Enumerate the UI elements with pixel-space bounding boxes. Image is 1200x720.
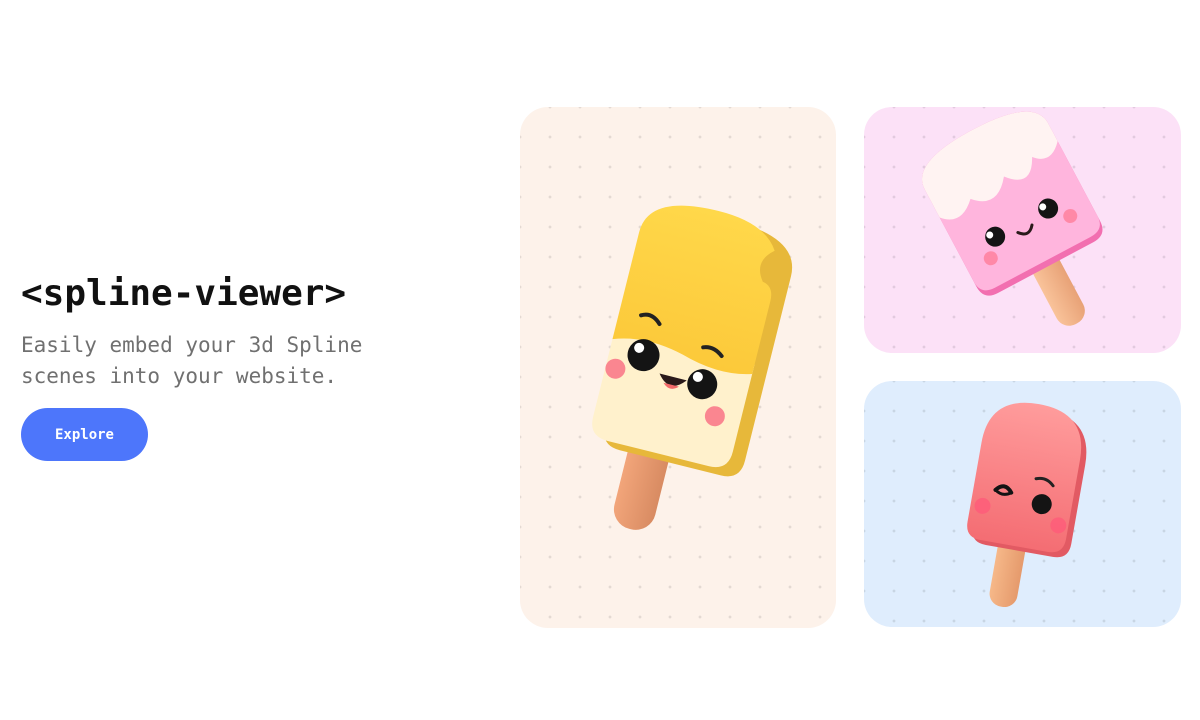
spline-scene-card-yellow[interactable] (520, 107, 836, 628)
hero-title: <spline-viewer> (21, 273, 347, 314)
spline-scene-card-pink[interactable] (864, 107, 1181, 353)
page: <spline-viewer> Easily embed your 3d Spl… (0, 0, 1200, 720)
yellow-popsicle-icon (592, 205, 793, 530)
hero-section: <spline-viewer> Easily embed your 3d Spl… (21, 270, 461, 461)
pink-popsicle-icon (922, 111, 1103, 326)
red-popsicle-icon (967, 402, 1087, 608)
explore-button[interactable]: Explore (21, 408, 148, 461)
hero-subtitle: Easily embed your 3d Spline scenes into … (21, 333, 363, 388)
spline-scene-card-blue[interactable] (864, 381, 1181, 627)
